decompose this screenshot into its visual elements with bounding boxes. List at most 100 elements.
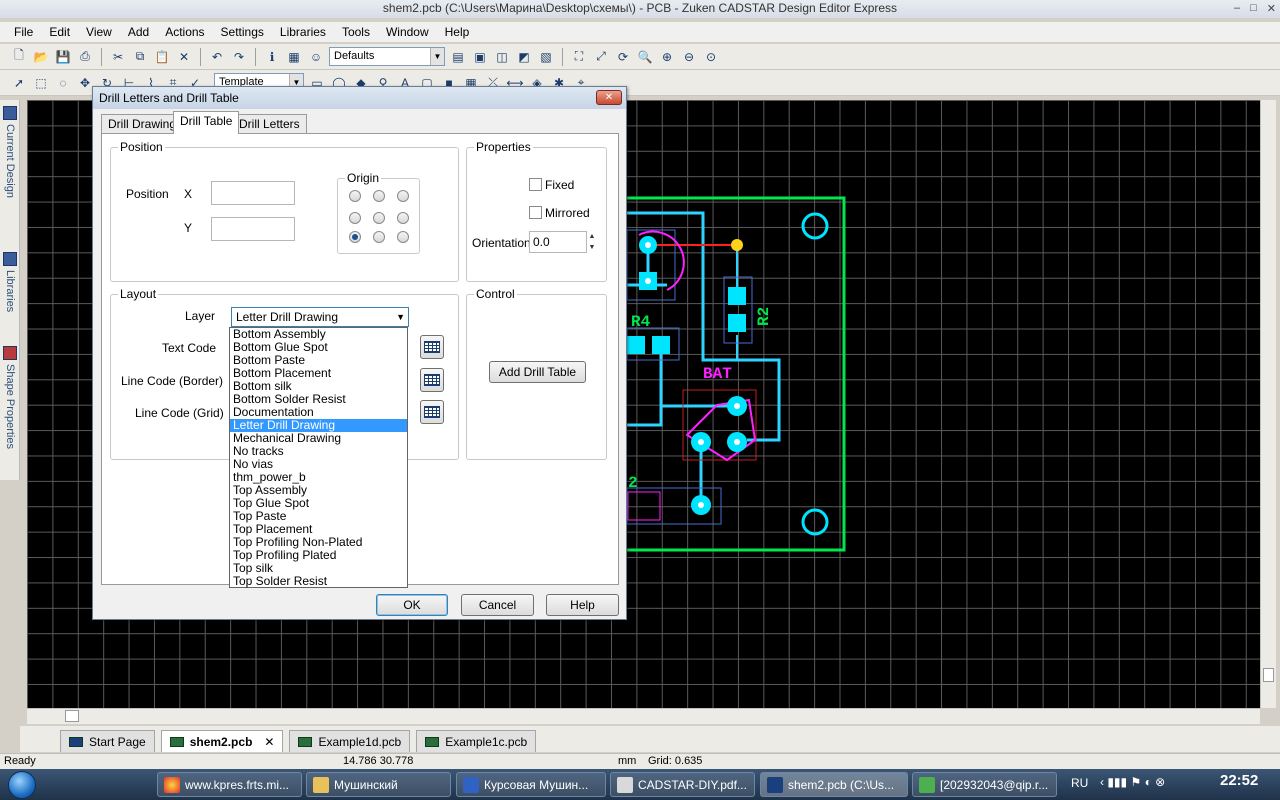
info-icon[interactable]: ℹ <box>263 48 281 66</box>
maximize-button[interactable]: □ <box>1250 2 1257 15</box>
task-browser[interactable]: www.kpres.frts.mi... <box>157 772 302 797</box>
zoom-extents-icon[interactable]: ⤢ <box>592 48 610 66</box>
tab-drill-letters[interactable]: Drill Letters <box>232 114 307 133</box>
redo-icon[interactable]: ↷ <box>230 48 248 66</box>
origin-middle-right-radio[interactable] <box>397 212 409 224</box>
help-button[interactable]: Help <box>546 594 619 616</box>
horizontal-scrollbar[interactable] <box>27 708 1260 724</box>
select-arrow-icon[interactable]: ➚ <box>10 74 28 92</box>
zoom-fit-icon[interactable]: ⛶ <box>570 48 588 66</box>
close-icon[interactable]: ✕ <box>264 735 274 749</box>
minimize-button[interactable]: – <box>1234 2 1240 15</box>
defaults-combo-value: Defaults <box>334 50 375 62</box>
undo-icon[interactable]: ↶ <box>208 48 226 66</box>
open-folder-icon[interactable]: 📂 <box>32 48 50 66</box>
origin-top-right-radio[interactable] <box>397 190 409 202</box>
task-folder[interactable]: Мушинский <box>306 772 451 797</box>
origin-bottom-center-radio[interactable] <box>373 231 385 243</box>
board-view-icon[interactable]: ▧ <box>537 48 555 66</box>
vertical-scrollbar[interactable] <box>1260 100 1276 708</box>
delete-icon[interactable]: ✕ <box>175 48 193 66</box>
task-pdf[interactable]: CADSTAR-DIY.pdf... <box>610 772 755 797</box>
smiley-icon[interactable]: ☺ <box>307 48 325 66</box>
menu-window[interactable]: Window <box>386 25 429 39</box>
component-icon[interactable]: ◫ <box>493 48 511 66</box>
layer-option[interactable]: Top Solder Resist <box>230 575 407 588</box>
table-icon <box>424 341 440 353</box>
origin-middle-left-radio[interactable] <box>349 212 361 224</box>
tab-example1c[interactable]: Example1c.pcb <box>416 730 537 752</box>
menu-libraries[interactable]: Libraries <box>280 25 326 39</box>
zoom-in-icon[interactable]: ⊕ <box>658 48 676 66</box>
menu-add[interactable]: Add <box>128 25 149 39</box>
tab-shem2[interactable]: shem2.pcb ✕ <box>160 730 284 752</box>
tab-libraries[interactable]: Libraries <box>1 250 19 312</box>
start-button[interactable] <box>8 771 36 799</box>
redraw-icon[interactable]: ⟳ <box>614 48 632 66</box>
paste-icon[interactable]: 📋 <box>153 48 171 66</box>
cut-icon[interactable]: ✂ <box>109 48 127 66</box>
print-icon[interactable]: ⎙ <box>76 48 94 66</box>
menu-actions[interactable]: Actions <box>165 25 204 39</box>
task-word[interactable]: Курсовая Мушин... <box>456 772 606 797</box>
origin-middle-center-radio[interactable] <box>373 212 385 224</box>
menu-file[interactable]: File <box>14 25 33 39</box>
clock[interactable]: 22:52 <box>1220 772 1280 789</box>
zoom-previous-icon[interactable]: ⊙ <box>702 48 720 66</box>
display-icon[interactable]: ▣ <box>471 48 489 66</box>
menu-tools[interactable]: Tools <box>342 25 370 39</box>
close-window-button[interactable]: ✕ <box>1267 2 1276 15</box>
defaults-combo[interactable]: Defaults ▼ <box>329 47 445 66</box>
position-x-input[interactable] <box>211 181 295 205</box>
origin-bottom-left-radio[interactable] <box>349 231 361 243</box>
origin-bottom-right-radio[interactable] <box>397 231 409 243</box>
spin-down-icon[interactable]: ▼ <box>587 242 597 253</box>
new-file-icon[interactable]: 🗋 <box>10 48 28 66</box>
ok-button[interactable]: OK <box>376 594 448 616</box>
tray-icons[interactable]: ‹ ▮▮▮ ⚑ ◐ ⊗ <box>1100 775 1165 789</box>
tab-drill-drawing[interactable]: Drill Drawing <box>101 114 184 133</box>
line-code-grid-browse-button[interactable] <box>420 400 444 424</box>
task-qip[interactable]: [202932043@qip.r... <box>912 772 1057 797</box>
mirrored-checkbox[interactable] <box>529 206 542 219</box>
menu-view[interactable]: View <box>86 25 112 39</box>
lasso-icon[interactable]: ◌ <box>54 74 72 92</box>
menu-edit[interactable]: Edit <box>49 25 70 39</box>
line-code-border-label: Line Code (Border) <box>121 374 224 388</box>
menu-bar: File Edit View Add Actions Settings Libr… <box>0 22 1280 42</box>
select-box-icon[interactable]: ⬚ <box>32 74 50 92</box>
line-code-border-browse-button[interactable] <box>420 368 444 392</box>
cancel-button[interactable]: Cancel <box>461 594 534 616</box>
language-indicator[interactable]: RU <box>1071 776 1088 790</box>
zoom-out-icon[interactable]: ⊖ <box>680 48 698 66</box>
mounting-hole <box>801 212 829 240</box>
tab-example1d[interactable]: Example1d.pcb <box>289 730 411 752</box>
layer-icon[interactable]: ▤ <box>449 48 467 66</box>
add-drill-table-button[interactable]: Add Drill Table <box>489 361 586 383</box>
task-cadstar[interactable]: shem2.pcb (C:\Us... <box>760 772 908 797</box>
tab-drill-table[interactable]: Drill Table <box>173 111 240 134</box>
standard-toolbar: 🗋 📂 💾 ⎙ ✂ ⧉ 📋 ✕ ↶ ↷ ℹ ▦ ☺ Defaults ▼ ▤ ▣… <box>0 44 1280 70</box>
menu-settings[interactable]: Settings <box>221 25 264 39</box>
origin-top-left-radio[interactable] <box>349 190 361 202</box>
horizontal-scroll-thumb[interactable] <box>65 710 79 722</box>
dialog-close-button[interactable]: ✕ <box>596 90 622 105</box>
color-icon[interactable]: ◩ <box>515 48 533 66</box>
tab-current-design[interactable]: Current Design <box>1 104 19 198</box>
chevron-down-icon: ▼ <box>396 312 405 322</box>
text-code-browse-button[interactable] <box>420 335 444 359</box>
position-y-input[interactable] <box>211 217 295 241</box>
orientation-input[interactable]: 0.0 <box>529 231 587 253</box>
spin-up-icon[interactable]: ▲ <box>587 231 597 242</box>
vertical-scroll-thumb[interactable] <box>1263 668 1274 682</box>
tab-shape-properties[interactable]: Shape Properties <box>1 344 19 449</box>
menu-help[interactable]: Help <box>445 25 470 39</box>
table-icon[interactable]: ▦ <box>285 48 303 66</box>
copy-icon[interactable]: ⧉ <box>131 48 149 66</box>
fixed-checkbox[interactable] <box>529 178 542 191</box>
layer-select[interactable]: Letter Drill Drawing ▼ <box>231 307 409 327</box>
origin-top-center-radio[interactable] <box>373 190 385 202</box>
tab-start-page[interactable]: Start Page <box>60 730 155 752</box>
save-icon[interactable]: 💾 <box>54 48 72 66</box>
zoom-area-icon[interactable]: 🔍 <box>636 48 654 66</box>
